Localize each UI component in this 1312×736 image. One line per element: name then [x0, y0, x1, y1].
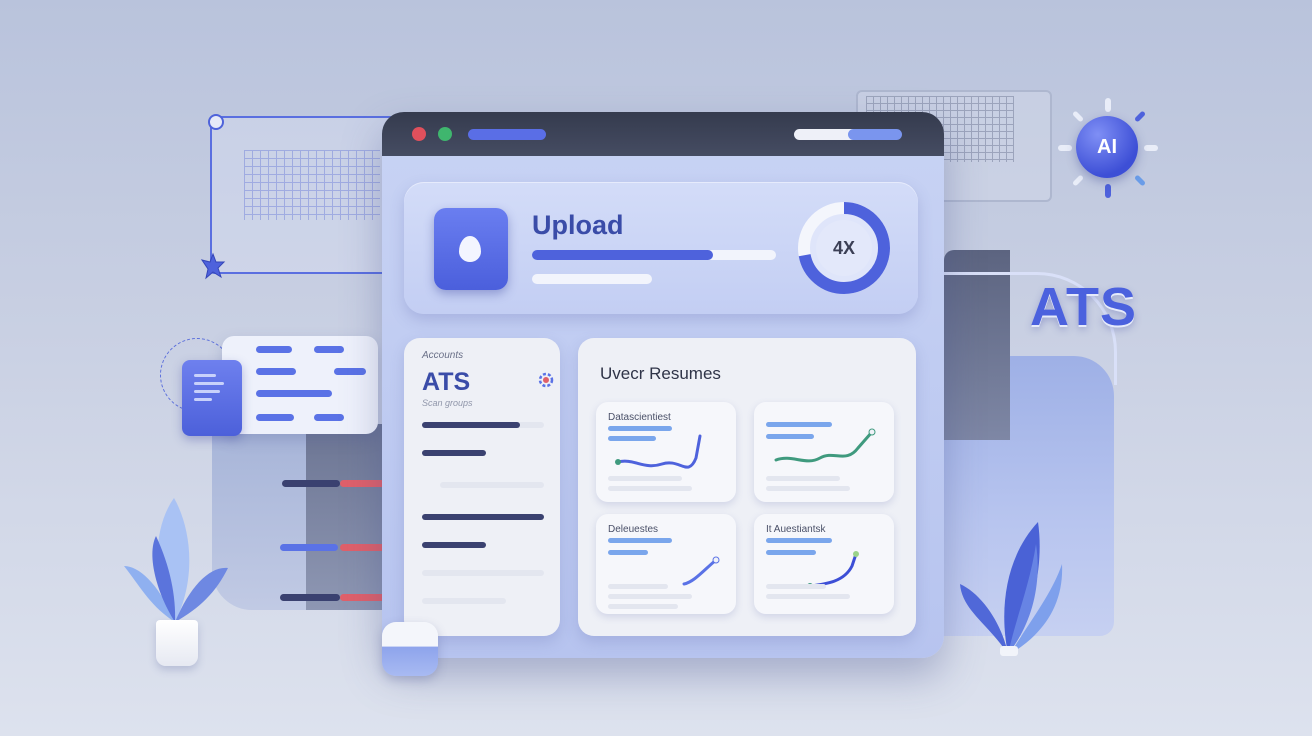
ats-card-top-label: Accounts [422, 350, 464, 361]
mini-card-title: It Auestiantsk [766, 524, 826, 535]
ats-card: Accounts ATS Scan groups [404, 338, 560, 636]
ats-3d-label: ATS [1030, 277, 1137, 337]
row-line [440, 482, 544, 488]
row-line [422, 598, 506, 604]
gauge-label: 4X [832, 237, 856, 258]
upload-panel: Upload 4X [404, 182, 918, 314]
slider-track [280, 594, 340, 601]
slider-track [282, 480, 340, 487]
upload-button[interactable] [434, 208, 508, 290]
minimize-dot[interactable] [438, 127, 452, 141]
ats-card-title: ATS [422, 368, 471, 396]
active-tab[interactable] [468, 129, 546, 140]
upload-drop-icon [459, 236, 481, 262]
trend-line-chart [774, 428, 876, 463]
resume-mini-card[interactable]: Deleuestes [596, 514, 736, 614]
app-window: Upload 4X Accounts ATS Scan groups Uvecr… [382, 112, 944, 658]
gear-icon[interactable] [534, 368, 558, 392]
row-line [422, 422, 520, 428]
slider-track [280, 544, 338, 551]
ats-card-subtitle: Scan groups [422, 398, 473, 408]
trend-line-chart [615, 434, 702, 469]
mini-card-title: Datascientiest [608, 412, 671, 423]
plant-right [958, 514, 1068, 664]
grid-chart-decoration [244, 150, 380, 220]
resume-mini-card[interactable] [754, 402, 894, 502]
ai-badge: AI [1076, 116, 1138, 178]
upload-title: Upload [532, 210, 624, 240]
row-line [422, 514, 544, 520]
cylinder-prop [382, 622, 438, 676]
progress-gauge: 4X [796, 200, 892, 296]
close-dot[interactable] [412, 127, 426, 141]
title-bar [382, 112, 944, 156]
resumes-title: Uvecr Resumes [600, 364, 721, 383]
upload-progress-fill [532, 250, 713, 260]
mini-card-title: Deleuestes [608, 524, 659, 535]
connector-node [208, 114, 224, 130]
upload-subbar [532, 274, 652, 284]
address-bar-accent [848, 129, 902, 140]
resume-mini-card[interactable]: Datascientiest [596, 402, 736, 502]
cursor-icon [200, 252, 226, 280]
document-icon [182, 360, 242, 436]
row-line [422, 542, 486, 548]
row-line [422, 450, 486, 456]
row-line [422, 570, 544, 576]
resume-mini-card[interactable]: It Auestiantsk [754, 514, 894, 614]
floating-list-card [222, 336, 378, 434]
resumes-card: Uvecr Resumes Datascientiest Deleuestes … [578, 338, 916, 636]
plant-left [120, 496, 230, 676]
